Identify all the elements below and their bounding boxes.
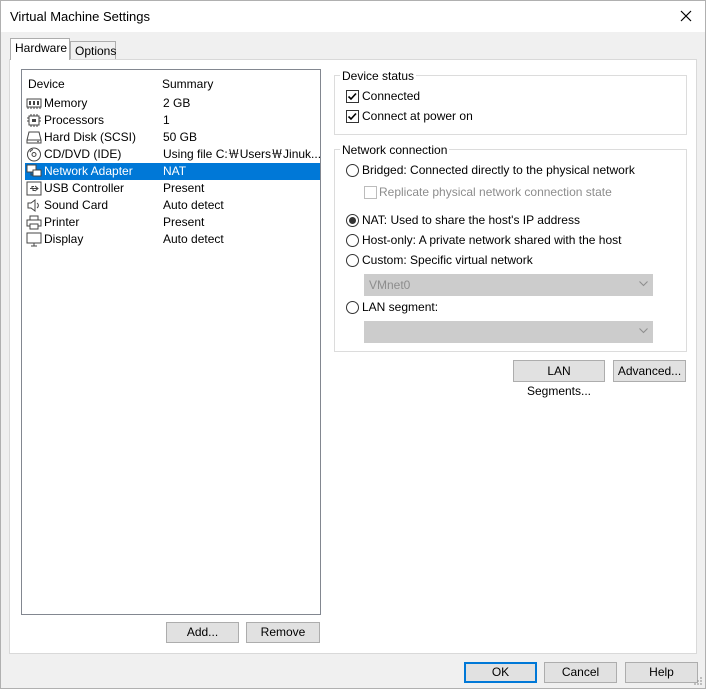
lan-segment-radio[interactable] (346, 301, 359, 314)
processor-icon (27, 114, 41, 127)
lan-segments-button[interactable]: LAN Segments... (513, 360, 605, 398)
device-name: Display (44, 232, 84, 246)
custom-network-value: VMnet0 (369, 278, 411, 292)
network-adapter-icon (26, 164, 42, 177)
ok-button[interactable]: OK (464, 662, 537, 683)
network-connection-title: Network connection (340, 143, 450, 157)
chevron-down-icon (639, 281, 648, 287)
device-row-sound-card[interactable]: Sound Card Auto detect (25, 197, 320, 214)
custom-network-dropdown[interactable]: VMnet0 (364, 274, 653, 296)
device-row-hard-disk[interactable]: Hard Disk (SCSI) 50 GB (25, 129, 320, 146)
device-summary: 1 (163, 113, 170, 127)
device-name: CD/DVD (IDE) (44, 147, 122, 161)
close-button[interactable] (673, 3, 699, 29)
title-bar: Virtual Machine Settings (1, 1, 705, 32)
bridged-radio[interactable] (346, 164, 359, 177)
memory-icon (26, 98, 42, 109)
device-column-header[interactable]: Device (28, 77, 65, 91)
device-summary: 2 GB (163, 96, 191, 110)
device-status-title: Device status (340, 69, 417, 83)
replicate-state-checkbox[interactable] (364, 186, 377, 199)
connect-at-power-on-label[interactable]: Connect at power on (362, 109, 473, 123)
advanced-button[interactable]: Advanced... (613, 360, 686, 382)
device-status-group (334, 75, 687, 135)
hard-disk-icon (26, 131, 42, 144)
custom-label[interactable]: Custom: Specific virtual network (362, 253, 533, 267)
device-summary: Using file C:￦Users￦Jinuk... (163, 147, 322, 161)
device-summary: Auto detect (163, 232, 224, 246)
device-name: Network Adapter (44, 164, 133, 178)
host-only-label[interactable]: Host-only: A private network shared with… (362, 233, 621, 247)
device-list[interactable]: Device Summary Memory 2 GB Processors 1 (21, 69, 321, 615)
resize-grip-icon[interactable] (693, 676, 703, 686)
device-name: USB Controller (44, 181, 125, 195)
tab-options[interactable]: Options (70, 41, 116, 60)
device-name: Processors (44, 113, 105, 127)
connect-at-power-on-checkbox[interactable] (346, 110, 359, 123)
replicate-state-label[interactable]: Replicate physical network connection st… (379, 185, 612, 199)
cd-dvd-icon (27, 147, 41, 162)
lan-segment-label[interactable]: LAN segment: (362, 300, 438, 314)
device-name: Sound Card (44, 198, 109, 212)
lan-segment-dropdown[interactable] (364, 321, 653, 343)
close-icon (680, 10, 692, 22)
cancel-button[interactable]: Cancel (544, 662, 617, 683)
device-summary: Auto detect (163, 198, 224, 212)
nat-label[interactable]: NAT: Used to share the host's IP address (362, 213, 580, 227)
device-name: Memory (44, 96, 88, 110)
device-summary: Present (163, 181, 205, 195)
usb-icon (26, 181, 42, 196)
remove-button[interactable]: Remove (246, 622, 320, 643)
device-row-usb-controller[interactable]: USB Controller Present (25, 180, 320, 197)
virtual-machine-settings-window: Virtual Machine Settings Hardware Option… (0, 0, 706, 689)
bridged-label[interactable]: Bridged: Connected directly to the physi… (362, 163, 635, 177)
printer-icon (26, 215, 42, 230)
help-button[interactable]: Help (625, 662, 698, 683)
device-summary: Present (163, 215, 205, 229)
host-only-radio[interactable] (346, 234, 359, 247)
device-row-processors[interactable]: Processors 1 (25, 112, 320, 129)
device-name: Printer (44, 215, 80, 229)
device-row-network-adapter[interactable]: Network Adapter NAT (25, 163, 320, 180)
device-row-cd-dvd[interactable]: CD/DVD (IDE) Using file C:￦Users￦Jinuk..… (25, 146, 322, 163)
chevron-down-icon (639, 328, 648, 334)
summary-column-header[interactable]: Summary (162, 77, 213, 91)
device-name: Hard Disk (SCSI) (44, 130, 137, 144)
checkmark-icon (347, 92, 357, 101)
monitor-icon (26, 232, 42, 247)
tab-options-label: Options (75, 44, 117, 58)
device-row-display[interactable]: Display Auto detect (25, 231, 320, 248)
device-row-printer[interactable]: Printer Present (25, 214, 320, 231)
device-summary: NAT (163, 164, 187, 178)
connected-label[interactable]: Connected (362, 89, 420, 103)
checkmark-icon (347, 112, 357, 121)
nat-radio[interactable] (346, 214, 359, 227)
device-summary: 50 GB (163, 130, 198, 144)
custom-radio[interactable] (346, 254, 359, 267)
window-title: Virtual Machine Settings (10, 9, 150, 24)
tab-hardware-label: Hardware (15, 41, 68, 55)
connected-checkbox[interactable] (346, 90, 359, 103)
tab-hardware[interactable]: Hardware (10, 38, 70, 60)
add-button[interactable]: Add... (166, 622, 239, 643)
speaker-icon (27, 199, 39, 212)
device-row-memory[interactable]: Memory 2 GB (25, 95, 320, 112)
